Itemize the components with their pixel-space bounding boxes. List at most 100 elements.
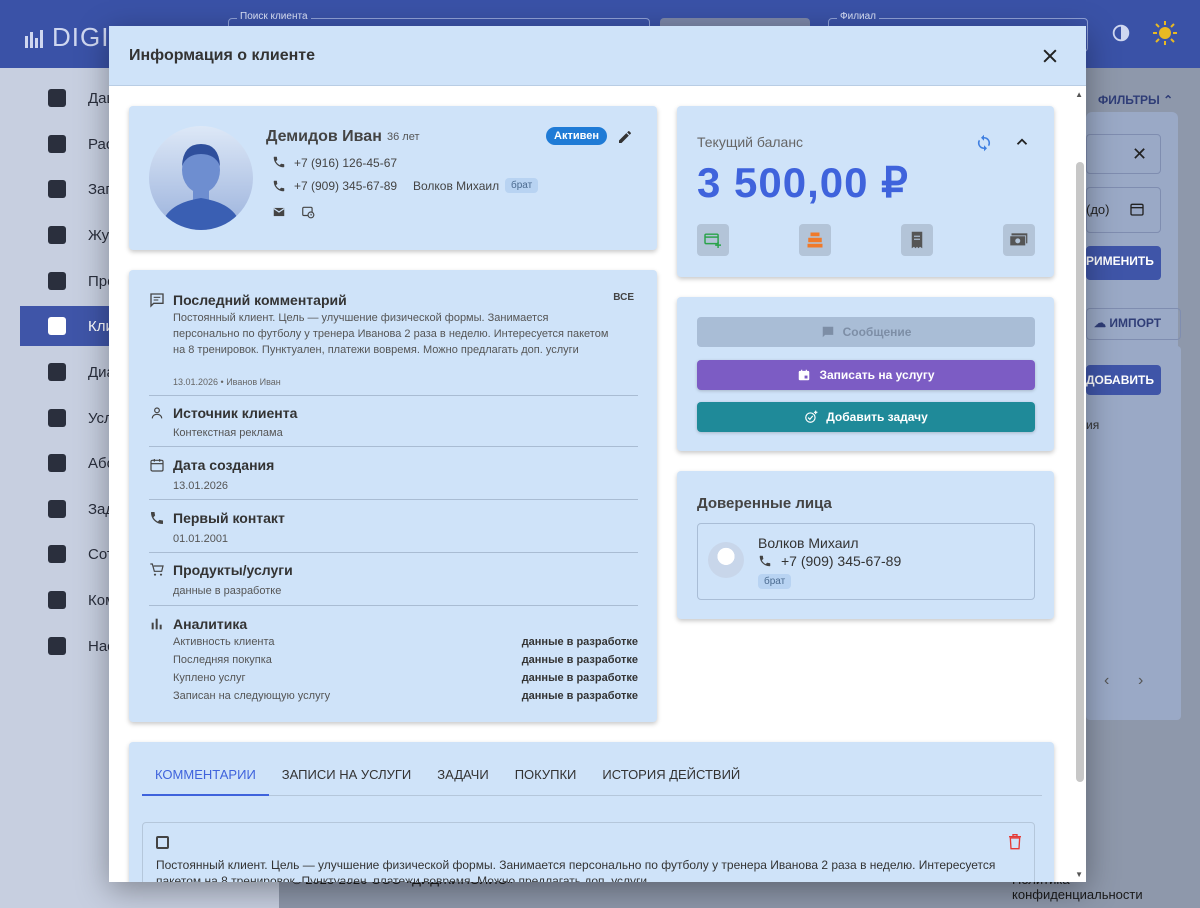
trusted-person-item[interactable]: Волков Михаил +7 (909) 345-67-89 брат: [697, 523, 1035, 600]
calendar-icon: [150, 459, 164, 472]
client-name: Демидов Иван: [266, 128, 382, 145]
scrollbar[interactable]: [1076, 162, 1084, 782]
logo-bars-icon: [25, 29, 43, 48]
cash-register-icon: [807, 232, 823, 248]
receipt-icon: [911, 231, 923, 249]
tab-tasks[interactable]: ЗАДАЧИ: [424, 758, 501, 796]
clear-icon[interactable]: ✕: [1132, 144, 1147, 165]
filters-label: ФИЛЬТРЫ: [1098, 93, 1160, 107]
receipt-button[interactable]: [901, 224, 933, 256]
phone-icon: [273, 180, 285, 192]
close-icon[interactable]: [1040, 46, 1060, 66]
cash-button[interactable]: [1003, 224, 1035, 256]
trusted-phone[interactable]: +7 (909) 345-67-89: [781, 553, 901, 569]
partial-text: ия: [1086, 418, 1100, 432]
cash-register-button[interactable]: [799, 224, 831, 256]
balance-label: Текущий баланс: [697, 134, 804, 150]
phone-number-1[interactable]: +7 (916) 126-45-67: [294, 156, 397, 170]
relative-role-chip: брат: [505, 178, 539, 193]
first-contact-value: 01.01.2001: [173, 533, 229, 545]
event-icon: [799, 369, 810, 381]
schedule-message-icon[interactable]: [301, 205, 315, 219]
add-task-icon: [805, 410, 818, 423]
event-note-icon: [48, 180, 66, 198]
trusted-persons-card: Доверенные лица Волков Михаил +7 (909) 3…: [677, 471, 1054, 619]
scroll-up-icon[interactable]: ▲: [1075, 90, 1083, 99]
created-date-section: Дата создания 13.01.2026: [149, 457, 638, 500]
tab-purchases[interactable]: ПОКУПКИ: [502, 758, 590, 796]
comment-entry-text: Постоянный клиент. Цель — улучшение физи…: [156, 858, 996, 882]
relative-name: Волков Михаил: [413, 179, 500, 193]
gear-icon: [48, 637, 66, 655]
created-title: Дата создания: [173, 457, 275, 473]
dashboard-icon: [48, 89, 66, 107]
scroll-down-icon[interactable]: ▼: [1075, 870, 1083, 879]
calendar-icon: [48, 135, 66, 153]
money-icon: [1009, 233, 1028, 247]
building-icon: [48, 591, 66, 609]
task-icon: [48, 500, 66, 518]
person-icon: [151, 407, 163, 419]
last-comment-meta: 13.01.2026 • Иванов Иван: [173, 377, 281, 387]
trusted-title: Доверенные лица: [697, 495, 832, 512]
phone-number-2[interactable]: +7 (909) 345-67-89: [294, 179, 397, 193]
tab-history[interactable]: ИСТОРИЯ ДЕЙСТВИЙ: [589, 758, 753, 796]
book-service-label: Записать на услугу: [819, 368, 935, 382]
phone-icon: [759, 555, 771, 567]
profile-card: Демидов Иван 36 лет Активен +7 (916) 126…: [129, 106, 657, 250]
branch-label: Филиал: [837, 11, 880, 22]
trusted-avatar: [708, 542, 744, 578]
tab-bookings[interactable]: ЗАПИСИ НА УСЛУГИ: [269, 758, 424, 796]
last-comment-section: Последний комментарий ВСЕ Постоянный кли…: [149, 292, 638, 396]
last-comment-text: Постоянный клиент. Цель — улучшение физи…: [173, 312, 609, 356]
person-silhouette-icon: [161, 144, 241, 230]
status-badge: Активен: [546, 127, 607, 145]
cash-register-icon: [48, 272, 66, 290]
last-comment-title: Последний комментарий: [173, 292, 347, 308]
tabs-card: КОММЕНТАРИИ ЗАПИСИ НА УСЛУГИ ЗАДАЧИ ПОКУ…: [129, 742, 1054, 882]
message-label: Сообщение: [842, 325, 912, 339]
add-task-label: Добавить задачу: [826, 410, 928, 424]
trusted-name: Волков Михаил: [758, 535, 859, 551]
trusted-role-chip: брат: [758, 574, 792, 589]
client-details-card: Последний комментарий ВСЕ Постоянный кли…: [129, 270, 657, 722]
next-page-icon[interactable]: ›: [1138, 672, 1143, 690]
first-contact-section: Первый контакт 01.01.2001: [149, 510, 638, 553]
client-age: 36 лет: [387, 131, 420, 143]
client-info-modal: Информация о клиенте ▲ ▼ Демидов Иван 36…: [109, 26, 1086, 882]
services-icon: [48, 409, 66, 427]
calendar-icon[interactable]: [1129, 201, 1145, 217]
table-panel: [1086, 346, 1181, 720]
actions-card: Сообщение Записать на услугу Добавить за…: [677, 297, 1054, 451]
filters-toggle[interactable]: ФИЛЬТРЫ ⌃: [1098, 93, 1173, 107]
filter-search-input[interactable]: [1086, 134, 1161, 174]
source-title: Источник клиента: [173, 405, 298, 421]
sun-avatar-icon[interactable]: [1152, 20, 1178, 46]
comment-checkbox[interactable]: [156, 836, 169, 849]
analytics-row: Последняя покупка данные в разработке: [173, 654, 638, 666]
message-button[interactable]: Сообщение: [697, 317, 1035, 347]
collapse-icon[interactable]: [1013, 133, 1031, 151]
analytics-icon: [151, 618, 162, 630]
prev-page-icon[interactable]: ‹: [1104, 672, 1109, 690]
refresh-icon[interactable]: [975, 134, 993, 152]
book-service-button[interactable]: Записать на услугу: [697, 360, 1035, 390]
badge-icon: [48, 545, 66, 563]
source-value: Контекстная реклама: [173, 427, 283, 439]
phone-icon: [151, 512, 163, 524]
modal-title: Информация о клиенте: [129, 46, 315, 64]
comment-icon: [150, 293, 164, 308]
apply-label: РИМЕНИТЬ: [1086, 254, 1154, 268]
first-contact-title: Первый контакт: [173, 510, 285, 526]
all-comments-link[interactable]: ВСЕ: [613, 292, 634, 303]
theme-toggle-icon[interactable]: [1110, 22, 1132, 44]
delete-icon[interactable]: [1008, 834, 1022, 850]
tab-comments[interactable]: КОММЕНТАРИИ: [142, 758, 269, 796]
email-icon[interactable]: [272, 205, 286, 219]
edit-icon[interactable]: [617, 129, 633, 145]
top-up-button[interactable]: [697, 224, 729, 256]
client-search-label: Поиск клиента: [237, 11, 311, 22]
add-task-button[interactable]: Добавить задачу: [697, 402, 1035, 432]
message-icon: [822, 326, 833, 338]
modal-body: ▲ ▼ Демидов Иван 36 лет Активен +7 (916)…: [109, 86, 1086, 882]
